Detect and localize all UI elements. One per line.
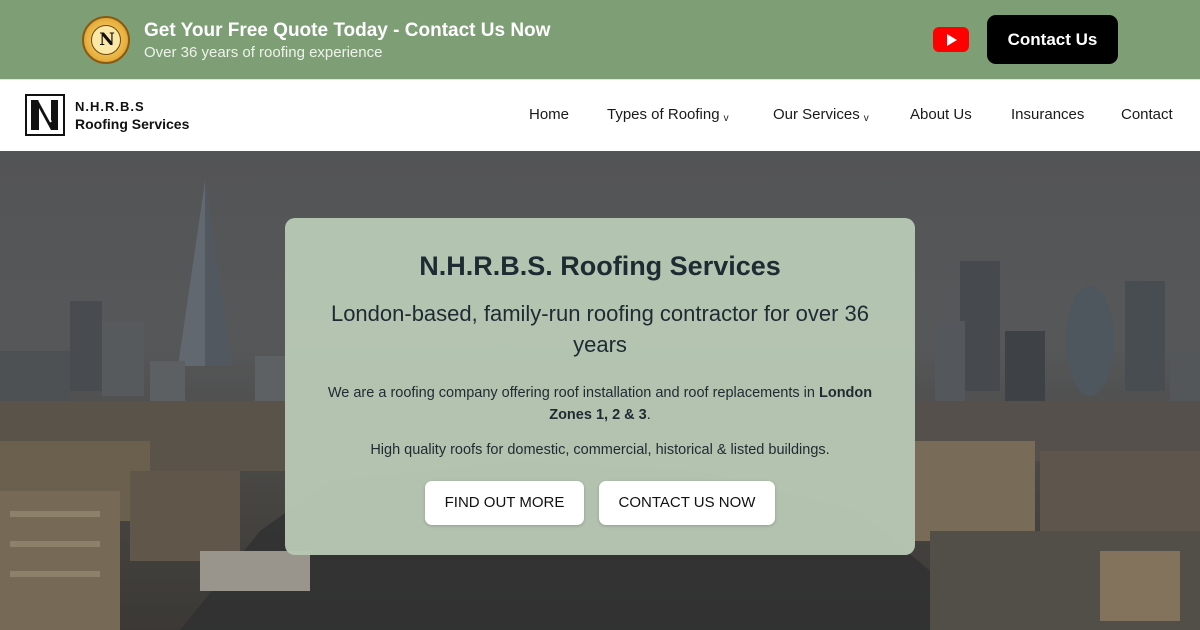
- chevron-down-icon: v: [723, 113, 729, 124]
- nav-our-services[interactable]: Our Services v: [773, 106, 869, 124]
- chevron-down-icon: v: [863, 113, 869, 124]
- find-out-more-button[interactable]: FIND OUT MORE: [425, 481, 584, 525]
- hero-description-text: We are a roofing company offering roof i…: [327, 385, 819, 401]
- brand-tagline: Roofing Services: [75, 116, 190, 132]
- hero-quality-text: High quality roofs for domestic, commerc…: [370, 442, 830, 458]
- nav-types-of-roofing[interactable]: Types of Roofing v: [607, 106, 729, 124]
- nav-our-services-label: Our Services: [773, 106, 860, 123]
- company-logo[interactable]: [25, 94, 65, 136]
- hero-title: N.H.R.B.S. Roofing Services: [419, 251, 781, 281]
- hero-section: N.H.R.B.S. Roofing Services London-based…: [0, 151, 1200, 630]
- nav-home[interactable]: Home: [529, 106, 569, 123]
- top-banner: N Get Your Free Quote Today - Contact Us…: [0, 0, 1200, 79]
- hero-card: N.H.R.B.S. Roofing Services London-based…: [285, 218, 915, 555]
- company-badge-logo: N: [82, 16, 130, 64]
- hero-description-end: .: [646, 407, 651, 423]
- contact-us-now-button[interactable]: CONTACT US NOW: [599, 481, 775, 525]
- contact-us-button[interactable]: Contact Us: [987, 15, 1118, 64]
- banner-subtitle: Over 36 years of roofing experience: [144, 44, 383, 61]
- hero-subtitle: London-based, family-run roofing contrac…: [330, 301, 870, 357]
- banner-title: Get Your Free Quote Today - Contact Us N…: [144, 20, 551, 41]
- main-nav: N.H.R.B.S Roofing Services Home Types of…: [0, 79, 1200, 151]
- nav-insurances[interactable]: Insurances: [1011, 106, 1084, 123]
- nav-about-us[interactable]: About Us: [910, 106, 972, 123]
- hero-description: We are a roofing company offering roof i…: [310, 382, 890, 426]
- badge-logo-letter: N: [99, 30, 115, 50]
- brand-name: N.H.R.B.S: [75, 99, 145, 114]
- nav-contact[interactable]: Contact: [1121, 106, 1173, 123]
- nav-types-of-roofing-label: Types of Roofing: [607, 106, 720, 123]
- youtube-icon[interactable]: [933, 27, 969, 52]
